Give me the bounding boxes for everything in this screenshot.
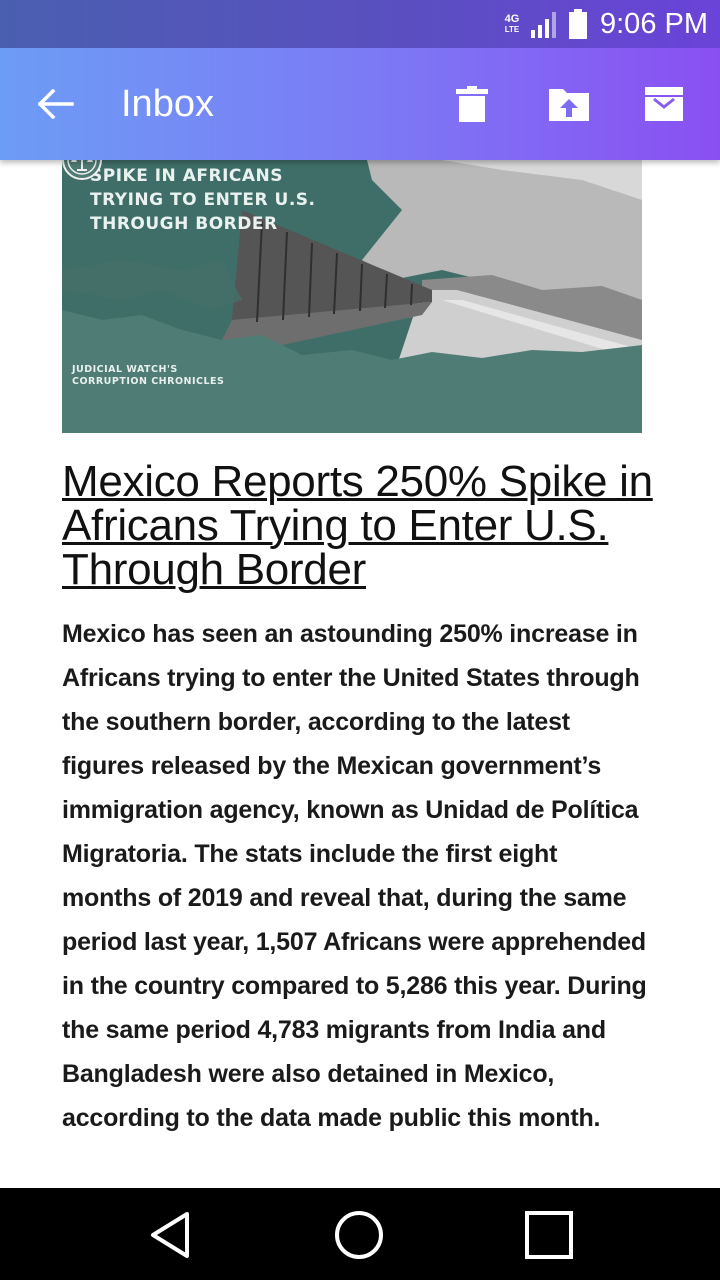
network-type-icon: 4G LTE <box>504 12 520 34</box>
page-title: Inbox <box>121 83 214 125</box>
delete-icon <box>456 86 488 122</box>
article-body: Mexico has seen an astounding 250% incre… <box>62 620 647 1132</box>
system-nav-bar <box>0 1188 720 1280</box>
clock-time: 9:06 PM <box>600 7 708 40</box>
move-to-folder-icon <box>549 89 589 121</box>
move-to-folder-button[interactable] <box>547 82 591 126</box>
recents-square-icon <box>525 1211 573 1259</box>
hero-brand-text: JUDICIAL WATCH'S CORRUPTION CHRONICLES <box>72 364 225 387</box>
nav-back-button[interactable] <box>142 1208 198 1262</box>
article-headline-link[interactable]: Mexico Reports 250% Spike in Africans Tr… <box>62 460 662 592</box>
back-arrow-icon <box>38 89 74 119</box>
nav-recents-button[interactable] <box>521 1208 577 1262</box>
app-bar: Inbox <box>0 48 720 160</box>
hero-title-text: MEXICO REPORTS 250% SPIKE IN AFRICANS TR… <box>90 160 326 234</box>
archive-button[interactable] <box>642 82 686 126</box>
article-hero-image[interactable]: MEXICO REPORTS 250% SPIKE IN AFRICANS TR… <box>62 160 642 433</box>
email-content[interactable]: MEXICO REPORTS 250% SPIKE IN AFRICANS TR… <box>0 160 720 1188</box>
archive-icon <box>645 87 683 121</box>
back-button[interactable] <box>34 82 78 126</box>
home-circle-icon <box>335 1211 383 1259</box>
battery-icon <box>569 9 587 39</box>
back-triangle-icon <box>151 1212 189 1258</box>
judicial-watch-seal-icon <box>62 160 102 180</box>
nav-home-button[interactable] <box>331 1208 387 1262</box>
delete-button[interactable] <box>450 82 494 126</box>
signal-icon <box>531 12 556 38</box>
status-bar: 4G LTE 9:06 PM <box>0 0 720 48</box>
status-bar-right: 4G LTE 9:06 PM <box>502 0 708 48</box>
